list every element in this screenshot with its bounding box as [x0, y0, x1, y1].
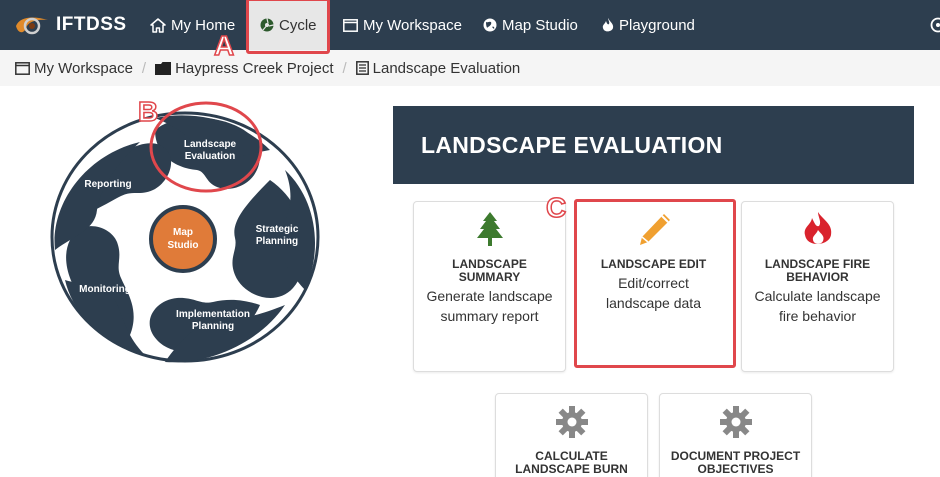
- breadcrumb-separator: /: [141, 59, 147, 77]
- segment-label-strategic-planning: Strategic: [256, 224, 299, 235]
- map-studio-label: Studio: [167, 240, 198, 251]
- flame-logo-icon: [16, 17, 48, 35]
- nav-label: My Workspace: [363, 16, 462, 34]
- top-navbar: IFTDSS My Home Cycle My Workspace Map St…: [0, 0, 940, 50]
- card-landscape-summary[interactable]: LANDSCAPE SUMMARY Generate landscape sum…: [413, 201, 566, 372]
- card-document-project-objectives[interactable]: DOCUMENT PROJECT OBJECTIVES: [659, 393, 812, 477]
- map-studio-label: Map: [173, 227, 193, 238]
- tree-icon: [476, 212, 503, 246]
- globe-icon: [483, 18, 497, 32]
- list-icon: [355, 61, 369, 75]
- annotation-a-label: A: [213, 29, 235, 62]
- annotation-b-circle: [149, 101, 263, 193]
- fire-icon: [804, 212, 831, 245]
- gear-icon: [555, 406, 588, 438]
- card-title: DOCUMENT PROJECT OBJECTIVES: [670, 449, 801, 476]
- card-description: Calculate landscape fire behavior: [754, 288, 881, 324]
- breadcrumb-project[interactable]: Haypress Creek Project: [155, 60, 333, 77]
- card-title: LANDSCAPE FIRE BEHAVIOR: [764, 257, 871, 284]
- gear-icon: [719, 406, 752, 438]
- card-calculate-landscape-burn[interactable]: CALCULATE LANDSCAPE BURN: [495, 393, 648, 477]
- segment-label-strategic-planning: Planning: [256, 236, 298, 247]
- breadcrumb-label: Haypress Creek Project: [175, 59, 334, 77]
- nav-label: Map Studio: [502, 16, 578, 34]
- segment-label-monitoring: Monitoring: [79, 284, 131, 295]
- card-description: Generate landscape summary report: [426, 288, 553, 324]
- segment-label-implementation-planning: Planning: [192, 321, 234, 332]
- card-landscape-fire-behavior[interactable]: LANDSCAPE FIRE BEHAVIOR Calculate landsc…: [741, 201, 894, 372]
- segment-label-implementation-planning: Implementation: [176, 309, 250, 320]
- card-title: LANDSCAPE SUMMARY: [452, 257, 527, 284]
- map-studio-circle[interactable]: [149, 205, 217, 273]
- annotation-a-box: [246, 0, 330, 54]
- card-title: CALCULATE LANDSCAPE BURN: [515, 449, 628, 476]
- folder-icon: [155, 61, 172, 75]
- fire-icon: [602, 17, 614, 33]
- breadcrumb-landscape-evaluation[interactable]: Landscape Evaluation: [355, 59, 521, 77]
- nav-map-studio[interactable]: Map Studio: [483, 0, 578, 50]
- segment-label-reporting: Reporting: [84, 179, 131, 190]
- page-title: LANDSCAPE EVALUATION: [393, 106, 914, 184]
- breadcrumb-my-workspace[interactable]: My Workspace: [15, 60, 133, 77]
- window-icon: [343, 18, 358, 32]
- annotation-c-label: C: [545, 191, 567, 224]
- home-icon: [150, 17, 166, 33]
- breadcrumb-label: Landscape Evaluation: [372, 59, 521, 77]
- breadcrumb: My Workspace / Haypress Creek Project / …: [0, 50, 940, 86]
- breadcrumb-separator: /: [342, 59, 347, 77]
- nav-my-workspace[interactable]: My Workspace: [343, 0, 462, 50]
- nav-playground[interactable]: Playground: [602, 0, 695, 50]
- user-menu-icon[interactable]: [930, 17, 940, 33]
- window-icon: [15, 61, 30, 75]
- annotation-c-box: [574, 199, 736, 368]
- nav-label: Playground: [619, 16, 695, 34]
- brand-name: IFTDSS: [56, 14, 127, 35]
- annotation-b-label: B: [137, 95, 159, 128]
- brand-logo[interactable]: IFTDSS: [14, 9, 127, 41]
- breadcrumb-label: My Workspace: [34, 59, 133, 77]
